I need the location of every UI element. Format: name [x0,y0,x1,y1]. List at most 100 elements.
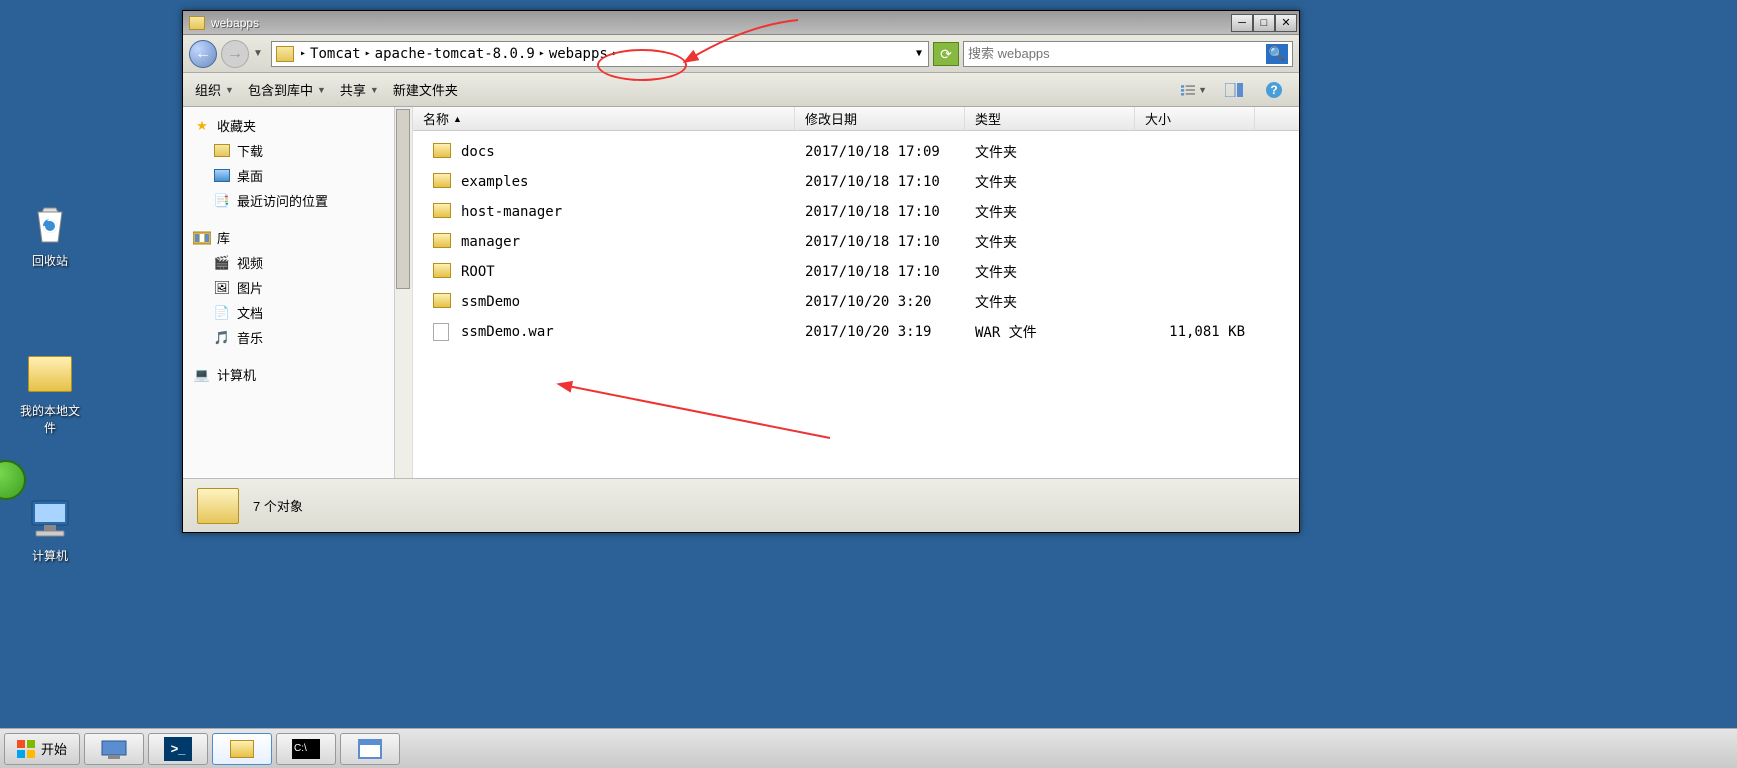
file-date: 2017/10/18 17:10 [805,264,975,280]
partial-green-badge-icon [0,460,26,500]
file-type: 文件夹 [975,232,1145,252]
chevron-right-icon[interactable]: ▸ [610,48,620,59]
sidebar-group-favorites[interactable]: ★ 收藏夹 [183,113,412,138]
folder-icon [433,233,453,251]
windows-logo-icon [17,740,35,758]
taskbar-item-server-manager[interactable] [84,733,144,765]
chevron-right-icon[interactable]: ▸ [363,48,373,59]
file-size: 11,081 KB [1145,324,1265,340]
desktop-icon [213,168,231,184]
window-title: webapps [211,16,1231,30]
taskbar-item-window[interactable] [340,733,400,765]
sidebar-item-recent[interactable]: 📑 最近访问的位置 [183,188,412,213]
new-folder-button[interactable]: 新建文件夹 [393,80,458,99]
sidebar-item-pictures[interactable]: 🖼 图片 [183,275,412,300]
file-date: 2017/10/18 17:10 [805,234,975,250]
nav-forward-button[interactable]: → [221,40,249,68]
folder-icon [433,263,453,281]
file-row[interactable]: ROOT2017/10/18 17:10文件夹 [413,257,1299,287]
file-list: 名称 ▲ 修改日期 类型 大小 docs2017/10/18 17:09文件夹e… [413,107,1299,478]
include-in-library-button[interactable]: 包含到库中 ▼ [248,80,326,99]
chevron-right-icon[interactable]: ▸ [298,48,308,59]
desktop-icon-recycle-bin[interactable]: 回收站 [10,200,90,269]
sidebar-item-desktop[interactable]: 桌面 [183,163,412,188]
desktop-icon-label: 回收站 [10,252,90,269]
search-input[interactable] [968,46,1266,61]
documents-icon: 📄 [213,305,231,321]
organize-button[interactable]: 组织 ▼ [195,80,234,99]
file-row[interactable]: examples2017/10/18 17:10文件夹 [413,167,1299,197]
folder-icon [230,740,254,758]
file-row[interactable]: ssmDemo.war2017/10/20 3:19WAR 文件11,081 K… [413,317,1299,347]
taskbar-item-explorer[interactable] [212,733,272,765]
sidebar-item-documents[interactable]: 📄 文档 [183,300,412,325]
desktop-icon-label: 计算机 [10,547,90,564]
scrollbar-thumb[interactable] [396,109,410,289]
column-header-size[interactable]: 大小 [1135,107,1255,130]
sidebar-group-computer[interactable]: 💻 计算机 [183,362,412,387]
column-header-type[interactable]: 类型 [965,107,1135,130]
sidebar-item-downloads[interactable]: 下载 [183,138,412,163]
file-date: 2017/10/20 3:20 [805,294,975,310]
file-name: host-manager [461,204,805,220]
chevron-right-icon[interactable]: ▸ [537,48,547,59]
file-name: ssmDemo.war [461,324,805,340]
file-date: 2017/10/18 17:10 [805,174,975,190]
help-button[interactable]: ? [1261,79,1287,101]
file-row[interactable]: host-manager2017/10/18 17:10文件夹 [413,197,1299,227]
computer-icon: 💻 [193,367,211,383]
preview-pane-button[interactable] [1221,79,1247,101]
folder-icon [433,173,453,191]
window-titlebar[interactable]: webapps ─ □ ✕ [183,11,1299,35]
sidebar-scrollbar[interactable] [394,107,412,478]
chevron-down-icon: ▼ [1198,85,1207,95]
recent-icon: 📑 [213,193,231,209]
sidebar-item-videos[interactable]: 🎬 视频 [183,250,412,275]
status-bar: 7 个对象 [183,478,1299,532]
taskbar-item-powershell[interactable]: >_ [148,733,208,765]
refresh-button[interactable]: ⟳ [933,42,959,66]
column-header-modified[interactable]: 修改日期 [795,107,965,130]
file-row[interactable]: manager2017/10/18 17:10文件夹 [413,227,1299,257]
search-box[interactable]: 🔍 [963,41,1293,67]
breadcrumb[interactable]: ▸ Tomcat ▸ apache-tomcat-8.0.9 ▸ webapps… [271,41,929,67]
share-button[interactable]: 共享 ▼ [340,80,379,99]
taskbar-item-cmd[interactable]: C:\ [276,733,336,765]
videos-icon: 🎬 [213,255,231,271]
status-text: 7 个对象 [253,496,303,515]
file-name: ssmDemo [461,294,805,310]
file-row[interactable]: ssmDemo2017/10/20 3:20文件夹 [413,287,1299,317]
column-headers: 名称 ▲ 修改日期 类型 大小 [413,107,1299,131]
breadcrumb-segment[interactable]: apache-tomcat-8.0.9 [373,46,537,62]
folder-icon [433,143,453,161]
search-button[interactable]: 🔍 [1266,44,1288,64]
file-type: 文件夹 [975,172,1145,192]
nav-back-button[interactable]: ← [189,40,217,68]
chevron-down-icon[interactable]: ▼ [916,48,926,59]
sidebar-item-music[interactable]: 🎵 音乐 [183,325,412,350]
column-header-name[interactable]: 名称 ▲ [413,107,795,130]
svg-text:?: ? [1270,83,1277,97]
close-button[interactable]: ✕ [1275,14,1297,32]
desktop-icon-computer[interactable]: 计算机 [10,495,90,564]
folder-icon [276,46,294,62]
pictures-icon: 🖼 [213,280,231,296]
folder-icon [433,203,453,221]
breadcrumb-segment[interactable]: Tomcat [308,46,363,62]
cmd-icon: C:\ [292,739,320,759]
desktop-icon-my-local-files[interactable]: 我的本地文 件 [10,350,90,436]
file-row[interactable]: docs2017/10/18 17:09文件夹 [413,137,1299,167]
recycle-bin-icon [26,200,74,248]
powershell-icon: >_ [164,737,192,761]
sidebar-group-libraries[interactable]: 库 [183,225,412,250]
file-type: 文件夹 [975,262,1145,282]
breadcrumb-segment[interactable]: webapps [547,46,610,62]
nav-history-dropdown[interactable]: ▼ [253,48,267,59]
minimize-button[interactable]: ─ [1231,14,1253,32]
maximize-button[interactable]: □ [1253,14,1275,32]
file-type: 文件夹 [975,202,1145,222]
address-bar-row: ← → ▼ ▸ Tomcat ▸ apache-tomcat-8.0.9 ▸ w… [183,35,1299,73]
file-date: 2017/10/18 17:10 [805,204,975,220]
view-options-button[interactable]: ▼ [1181,79,1207,101]
start-button[interactable]: 开始 [4,733,80,765]
